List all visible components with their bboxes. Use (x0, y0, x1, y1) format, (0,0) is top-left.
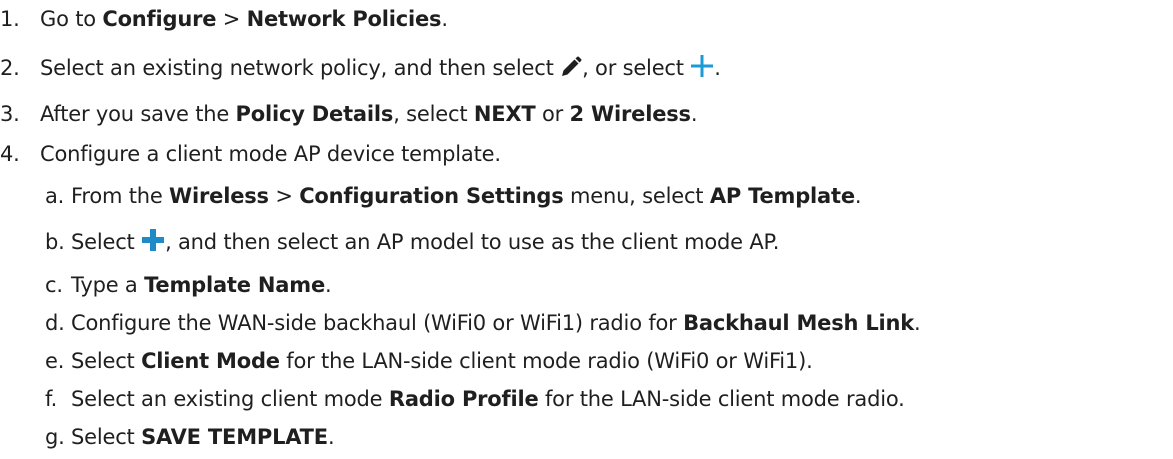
substep-text: . (854, 184, 862, 208)
substep-text: Configure the WAN-side backhaul (WiFi0 o… (71, 311, 684, 335)
substep-letter: a. (45, 184, 65, 208)
substep-e: e. Select Client Mode for the LAN-side cl… (45, 347, 813, 375)
ui-term-configuration-settings: Configuration Settings (299, 184, 564, 208)
substep-letter: d. (45, 311, 65, 335)
step-text: . (714, 56, 721, 80)
step-text: Configure a client mode AP device templa… (40, 142, 501, 166)
substep-text: From the (71, 184, 170, 208)
step-text: , or select (582, 56, 691, 80)
step-text: After you save the (40, 102, 236, 126)
ui-term-policy-details: Policy Details (235, 102, 394, 126)
substep-text: Select an existing client mode (71, 387, 389, 411)
substep-f: f. Select an existing client mode Radio P… (45, 385, 905, 413)
step-4: 4. Configure a client mode AP device temp… (0, 140, 501, 168)
substep-letter: g. (45, 425, 65, 449)
substep-letter: b. (45, 230, 65, 254)
substep-text: Select (71, 425, 142, 449)
step-1: 1. Go to Configure > Network Policies. (0, 5, 448, 33)
ui-term-template-name: Template Name (144, 273, 325, 297)
step-text: . (690, 102, 698, 126)
pencil-icon (560, 56, 582, 85)
step-number: 2. (0, 56, 20, 80)
step-number: 1. (0, 7, 20, 31)
substep-c: c. Type a Template Name. (45, 271, 332, 299)
separator: > (216, 7, 247, 31)
ui-term-backhaul-mesh-link: Backhaul Mesh Link (683, 311, 915, 335)
substep-g: g. Select SAVE TEMPLATE. (45, 423, 335, 451)
step-text: Select an existing network policy, and t… (40, 56, 561, 80)
ui-term-next: NEXT (473, 102, 536, 126)
substep-letter: f. (45, 387, 58, 411)
ui-term-wireless: Wireless (169, 184, 269, 208)
plus-icon (141, 228, 165, 259)
ui-term-ap-template: AP Template (709, 184, 855, 208)
step-text: , select (393, 102, 474, 126)
ui-term-configure: Configure (102, 7, 217, 31)
substep-text: for the LAN-side client mode radio (WiFi… (279, 349, 813, 373)
substep-text: . (914, 311, 921, 335)
substep-b: b. Select , and then select an AP model t… (45, 228, 779, 256)
ui-term-2-wireless: 2 Wireless (569, 102, 692, 126)
step-text: . (441, 7, 448, 31)
substep-a: a. From the Wireless > Configuration Sett… (45, 182, 862, 210)
substep-letter: c. (45, 273, 63, 297)
step-2: 2. Select an existing network policy, and… (0, 54, 721, 82)
substep-text: . (325, 273, 332, 297)
ui-term-client-mode: Client Mode (141, 349, 280, 373)
separator: > (268, 184, 300, 208)
step-3: 3. After you save the Policy Details, sel… (0, 100, 698, 128)
ui-term-network-policies: Network Policies (246, 7, 442, 31)
step-number: 4. (0, 142, 20, 166)
ui-term-save-template: SAVE TEMPLATE (141, 425, 328, 449)
substep-text: menu, select (563, 184, 710, 208)
substep-text: . (327, 425, 335, 449)
substep-letter: e. (45, 349, 65, 373)
step-text: Go to (40, 7, 103, 31)
substep-text: Select (71, 349, 142, 373)
substep-d: d. Configure the WAN-side backhaul (WiFi0… (45, 309, 921, 337)
substep-text: for the LAN-side client mode radio. (538, 387, 905, 411)
ui-term-radio-profile: Radio Profile (388, 387, 539, 411)
substep-text: Type a (71, 273, 145, 297)
step-text: or (535, 102, 570, 126)
substep-text: , and then select an AP model to use as … (165, 230, 780, 254)
plus-icon (690, 54, 714, 85)
step-number: 3. (0, 102, 20, 126)
substep-text: Select (71, 230, 142, 254)
